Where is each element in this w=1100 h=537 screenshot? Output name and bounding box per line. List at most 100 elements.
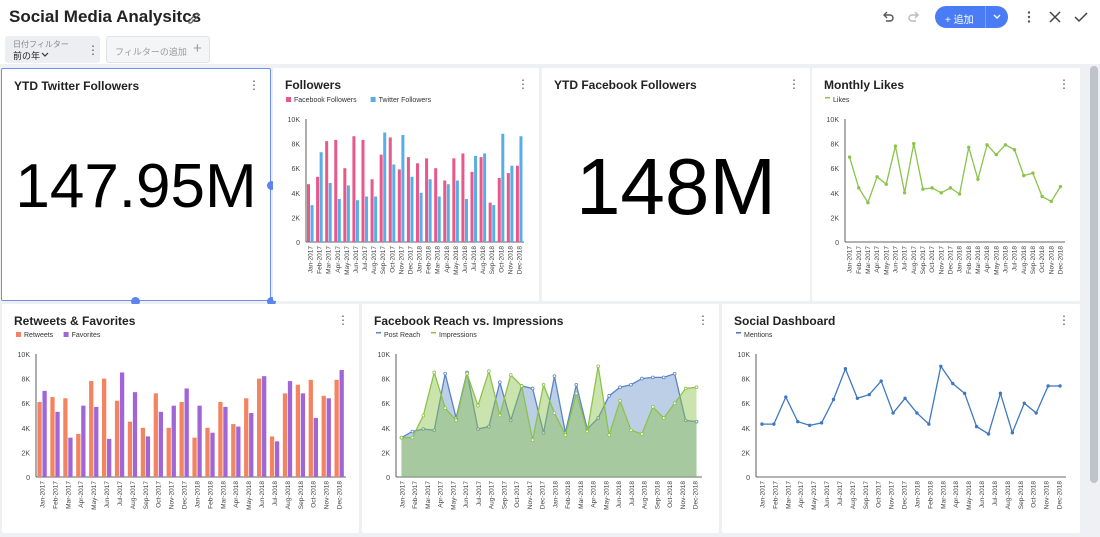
- bar: [295, 384, 301, 477]
- bar: [337, 198, 341, 242]
- more-vertical-icon[interactable]: ⋮: [788, 77, 800, 91]
- data-point: [672, 401, 677, 405]
- y-tick-label: 2K: [21, 450, 30, 457]
- data-point: [498, 413, 502, 418]
- x-tick-label: Oct-2017: [156, 481, 163, 508]
- add-button[interactable]: + 追加: [935, 6, 1008, 28]
- x-tick-label: Oct-2017: [876, 481, 883, 508]
- data-point: [927, 422, 931, 426]
- bar: [455, 180, 459, 242]
- undo-icon[interactable]: [880, 9, 896, 25]
- panel-social-dashboard[interactable]: Social Dashboard ⋮ Mentions 0 2K 4K 6K 8K 10K J…: [722, 304, 1080, 533]
- y-tick-label: 0: [386, 475, 390, 482]
- legend-swatch: [431, 332, 436, 334]
- x-tick-label: Oct-2017: [514, 481, 521, 508]
- x-tick-label: May-2017: [344, 246, 351, 275]
- data-point: [915, 411, 919, 415]
- add-filter-button[interactable]: フィルターの追加 +: [106, 36, 210, 63]
- bar: [497, 178, 501, 242]
- bar: [89, 381, 94, 477]
- more-vertical-icon[interactable]: [1021, 9, 1037, 25]
- x-tick-label: Jan-2017: [399, 481, 406, 508]
- legend-swatch: [63, 332, 69, 337]
- x-tick-label: Jun-2018: [462, 246, 469, 273]
- bar: [50, 397, 55, 477]
- more-vertical-icon[interactable]: ⋮: [87, 43, 99, 57]
- data-point: [819, 421, 824, 425]
- edit-title-pencil-icon[interactable]: [186, 9, 202, 25]
- x-tick-label: Sep-2018: [654, 481, 661, 510]
- panel-ytd-facebook-followers[interactable]: YTD Facebook Followers ⋮ 148M: [542, 68, 810, 301]
- data-point: [552, 374, 557, 378]
- close-icon[interactable]: [1047, 9, 1063, 25]
- x-tick-label: Dec-2017: [947, 246, 954, 275]
- chevron-down-icon: [41, 52, 49, 57]
- panel-ytd-twitter-followers[interactable]: YTD Twitter Followers ⋮ 147.95M: [1, 68, 271, 301]
- data-point: [607, 433, 611, 437]
- x-tick-label: Jan-2017: [759, 481, 766, 508]
- panel-followers[interactable]: Followers ⋮ Facebook Followers Twitter Fo…: [273, 68, 539, 301]
- series-line: [848, 143, 1061, 205]
- checkmark-icon[interactable]: [1073, 9, 1089, 25]
- data-point: [1034, 411, 1038, 415]
- data-point: [948, 186, 953, 190]
- x-tick-label: Sep-2017: [863, 481, 870, 510]
- chevron-down-icon[interactable]: [991, 9, 1003, 25]
- x-tick-label: May-2017: [450, 481, 457, 510]
- x-tick-label: Apr-2018: [233, 481, 240, 508]
- data-point: [903, 396, 907, 400]
- x-tick-label: Feb-2018: [426, 246, 433, 274]
- data-point: [760, 422, 764, 426]
- x-tick-label: Mar-2017: [785, 481, 792, 509]
- data-point: [465, 371, 469, 376]
- data-point: [831, 397, 836, 402]
- x-tick-label: Mar-2018: [975, 246, 982, 274]
- x-tick-label: Jun-2017: [892, 246, 899, 273]
- vertical-scrollbar[interactable]: [1090, 66, 1098, 483]
- x-tick-label: Dec-2017: [902, 481, 909, 510]
- bar: [370, 179, 374, 242]
- x-tick-label: Aug-2017: [371, 246, 378, 275]
- x-tick-label: Sep-2018: [1018, 481, 1025, 510]
- data-point: [629, 382, 633, 387]
- x-tick-label: Nov-2018: [680, 481, 687, 510]
- panel-reach-impressions[interactable]: Facebook Reach vs. Impressions ⋮ Post Re…: [362, 304, 719, 533]
- x-tick-label: May-2018: [993, 246, 1000, 275]
- data-point: [875, 175, 879, 179]
- data-point: [893, 144, 898, 148]
- bar: [452, 158, 456, 242]
- x-tick-label: Aug-2017: [489, 481, 496, 510]
- x-tick-label: May-2017: [811, 481, 818, 510]
- panel-retweets-favorites[interactable]: Retweets & Favorites ⋮ Retweets Favorites…: [2, 304, 359, 533]
- x-tick-label: Jun-2018: [616, 481, 623, 508]
- x-tick-label: Feb-2018: [207, 481, 214, 509]
- panel-title: YTD Twitter Followers: [14, 79, 140, 93]
- redo-icon[interactable]: [906, 9, 922, 25]
- x-tick-label: Apr-2017: [438, 481, 445, 508]
- data-point: [694, 385, 699, 390]
- more-vertical-icon[interactable]: ⋮: [248, 78, 260, 92]
- panel-monthly-likes[interactable]: Monthly Likes ⋮ Likes 0 2K 4K 6K 8K 10K Jan-201…: [812, 68, 1080, 301]
- bar: [132, 392, 138, 477]
- data-point: [399, 435, 404, 440]
- bar: [492, 205, 496, 242]
- y-tick-label: 0: [835, 240, 839, 247]
- legend-swatch: [16, 332, 21, 337]
- data-point: [976, 177, 980, 181]
- x-tick-label: Sep-2017: [920, 246, 927, 275]
- x-tick-label: Aug-2018: [285, 481, 292, 510]
- legend-label: Mentions: [744, 332, 773, 339]
- x-tick-label: Mar-2018: [578, 481, 585, 509]
- date-filter[interactable]: 日付フィルター 前の年 ⋮: [5, 36, 100, 63]
- bar: [257, 378, 262, 477]
- bar: [328, 182, 332, 242]
- x-tick-label: Feb-2017: [772, 481, 779, 509]
- bar: [334, 139, 338, 242]
- monthly-likes-chart: Likes02K4K6K8K10KJan-2017 Feb-2017 Mar-201…: [825, 97, 1065, 275]
- data-point: [421, 413, 426, 418]
- y-tick-label: 4K: [381, 426, 390, 433]
- x-tick-label: Mar-2018: [435, 246, 442, 274]
- y-tick-label: 10K: [738, 352, 751, 359]
- y-tick-label: 8K: [291, 142, 300, 149]
- data-point: [998, 391, 1003, 396]
